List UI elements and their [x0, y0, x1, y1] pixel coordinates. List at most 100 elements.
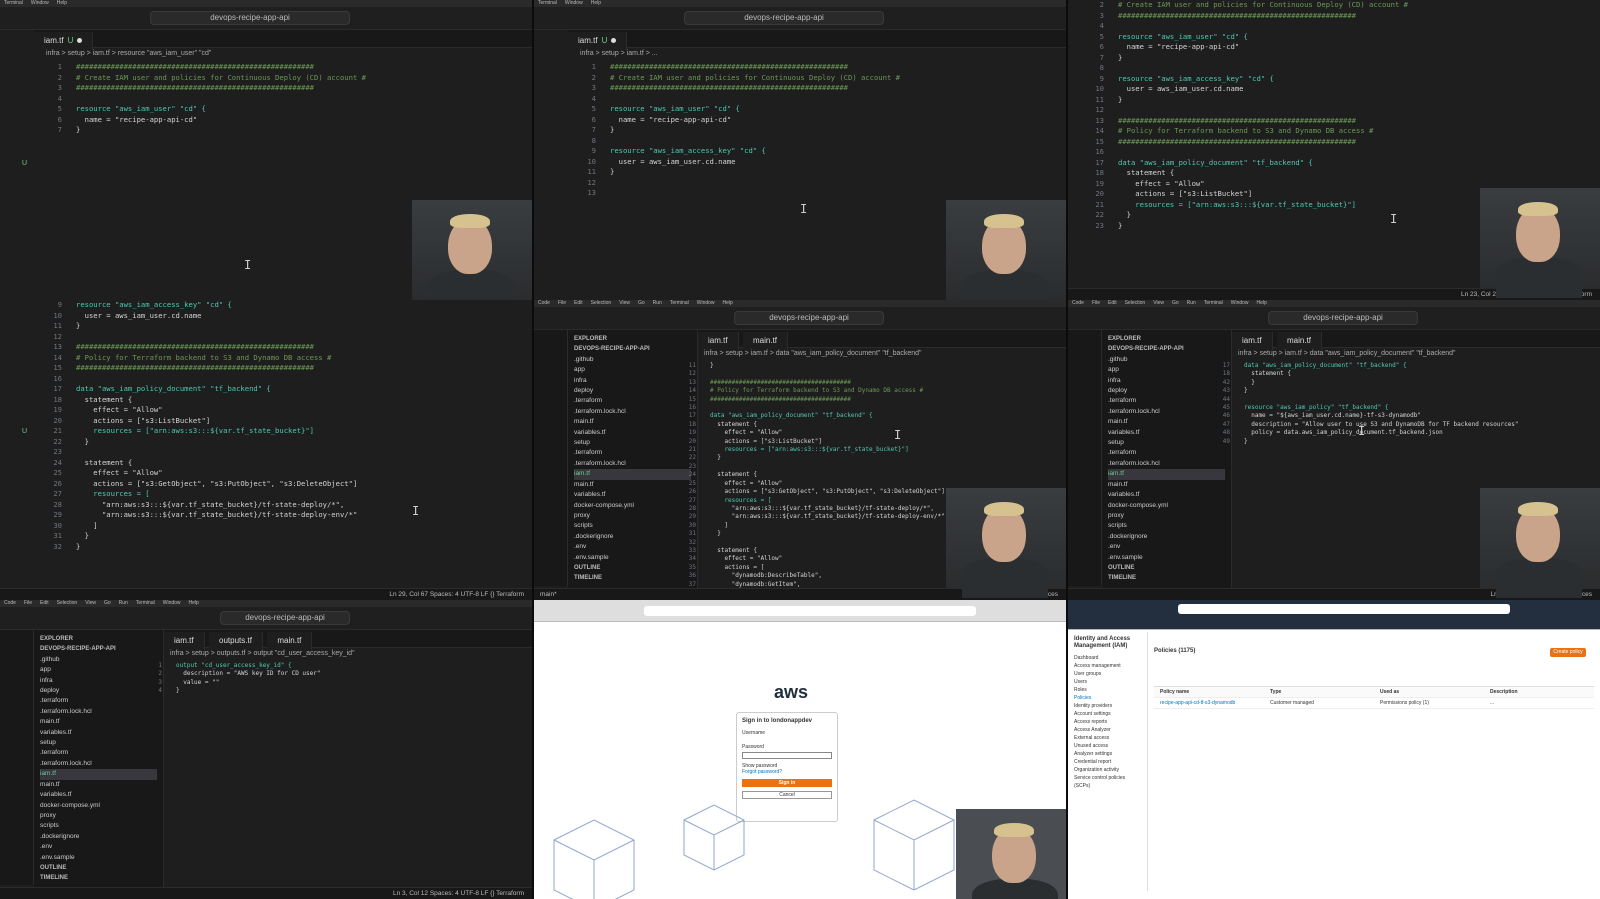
code-editor[interactable]: 1 #######################################…	[46, 62, 366, 136]
explorer-item[interactable]: setup	[40, 738, 157, 748]
column-header[interactable]: Description	[1484, 687, 1594, 697]
explorer-item[interactable]: variables.tf	[574, 490, 691, 500]
command-center[interactable]: devops-recipe-app-api	[220, 611, 350, 625]
explorer-item[interactable]: app	[40, 665, 157, 675]
explorer-item[interactable]: .terraform.lock.hcl	[1108, 407, 1225, 417]
explorer-item[interactable]: variables.tf	[1108, 428, 1225, 438]
explorer-item[interactable]: scripts	[574, 521, 691, 531]
column-header[interactable]: Used as	[1374, 687, 1484, 697]
iam-nav-item[interactable]: Users	[1074, 678, 1141, 686]
column-header[interactable]: Policy name	[1154, 687, 1264, 697]
explorer-item[interactable]: proxy	[574, 511, 691, 521]
explorer-item[interactable]: .env.sample	[1108, 553, 1225, 563]
explorer-item[interactable]: .env	[574, 542, 691, 552]
iam-nav-item[interactable]: Dashboard	[1074, 654, 1141, 662]
explorer-item[interactable]: .env	[40, 842, 157, 852]
address-bar[interactable]	[1178, 604, 1510, 614]
iam-nav-item[interactable]: Policies	[1074, 694, 1141, 702]
column-header[interactable]: Type	[1264, 687, 1374, 697]
code-editor[interactable]: 1 #######################################…	[580, 62, 900, 199]
code-editor[interactable]: 17 data "aws_iam_policy_document" "tf_bac…	[1214, 362, 1519, 446]
explorer-item[interactable]: main.tf	[1108, 480, 1225, 490]
explorer-item[interactable]: main.tf	[40, 780, 157, 790]
command-center[interactable]: devops-recipe-app-api	[684, 11, 884, 25]
explorer-item[interactable]: scripts	[40, 821, 157, 831]
code-editor[interactable]: 11} 12 13 #################################…	[680, 362, 945, 589]
explorer-item[interactable]: proxy	[40, 811, 157, 821]
explorer-item[interactable]: .terraform.lock.hcl	[40, 707, 157, 717]
explorer-item[interactable]: app	[1108, 365, 1225, 375]
explorer-item[interactable]: .terraform	[40, 696, 157, 706]
iam-nav-item[interactable]: Account settings	[1074, 710, 1141, 718]
explorer-item[interactable]: .terraform.lock.hcl	[574, 407, 691, 417]
policy-name-link[interactable]: recipe-app-api-cd-tf-s3-dynamodb	[1154, 698, 1264, 708]
explorer-item[interactable]: iam.tf	[40, 769, 157, 780]
explorer-item[interactable]: .github	[40, 655, 157, 665]
explorer-item[interactable]: infra	[574, 376, 691, 386]
explorer-item[interactable]: .terraform	[1108, 448, 1225, 458]
tab-iam-tf[interactable]: iam.tf U	[568, 32, 628, 50]
explorer-item[interactable]: variables.tf	[40, 790, 157, 800]
command-center[interactable]: devops-recipe-app-api	[1268, 311, 1418, 325]
address-bar[interactable]	[644, 606, 976, 616]
explorer-item[interactable]: variables.tf	[1108, 490, 1225, 500]
explorer-item[interactable]: OUTLINE	[1108, 563, 1225, 573]
explorer-item[interactable]: main.tf	[574, 480, 691, 490]
explorer-item[interactable]: .env.sample	[40, 853, 157, 863]
explorer-item[interactable]: docker-compose.yml	[1108, 501, 1225, 511]
explorer-item[interactable]: .terraform	[574, 448, 691, 458]
explorer-item[interactable]: .terraform.lock.hcl	[574, 459, 691, 469]
tab-main-tf[interactable]: main.tf	[1277, 332, 1323, 350]
explorer-item[interactable]: .github	[574, 355, 691, 365]
iam-nav-item[interactable]: Identity providers	[1074, 702, 1141, 710]
explorer-item[interactable]: TIMELINE	[574, 573, 691, 583]
password-field[interactable]	[742, 752, 832, 759]
code-editor[interactable]: 1 output "cd_user_access_key_id" {2 descr…	[146, 662, 320, 696]
explorer-item[interactable]: infra	[1108, 376, 1225, 386]
explorer-item[interactable]: iam.tf	[1108, 469, 1225, 480]
iam-nav-item[interactable]: Unused access	[1074, 742, 1141, 750]
explorer-item[interactable]: docker-compose.yml	[40, 801, 157, 811]
iam-nav-item[interactable]: Credential report	[1074, 758, 1141, 766]
explorer-item[interactable]: OUTLINE	[40, 863, 157, 873]
explorer-item[interactable]: TIMELINE	[1108, 573, 1225, 583]
command-center[interactable]: devops-recipe-app-api	[734, 311, 884, 325]
explorer-item[interactable]: .dockerignore	[574, 532, 691, 542]
iam-nav-item[interactable]: Organization activity	[1074, 766, 1141, 774]
iam-nav-item[interactable]: Roles	[1074, 686, 1141, 694]
explorer-item[interactable]: .terraform.lock.hcl	[1108, 459, 1225, 469]
explorer-item[interactable]: .env	[1108, 542, 1225, 552]
explorer-item[interactable]: DEVOPS-RECIPE-APP-API	[40, 644, 157, 654]
tab-main-tf[interactable]: main.tf	[743, 332, 789, 350]
table-row[interactable]: recipe-app-api-cd-tf-s3-dynamodb Custome…	[1154, 698, 1594, 709]
explorer-item[interactable]: main.tf	[1108, 417, 1225, 427]
tab-iam-tf[interactable]: iam.tf U	[34, 32, 94, 50]
explorer-item[interactable]: docker-compose.yml	[574, 501, 691, 511]
forgot-password-link[interactable]: Forgot password?	[742, 769, 832, 775]
explorer-item[interactable]: .terraform	[574, 396, 691, 406]
explorer-item[interactable]: deploy	[1108, 386, 1225, 396]
explorer-item[interactable]: .github	[1108, 355, 1225, 365]
iam-nav-item[interactable]: Access management	[1074, 662, 1141, 670]
explorer-item[interactable]: setup	[574, 438, 691, 448]
explorer-item[interactable]: DEVOPS-RECIPE-APP-API	[574, 344, 691, 354]
iam-nav-item[interactable]: External access	[1074, 734, 1141, 742]
explorer-item[interactable]: variables.tf	[574, 428, 691, 438]
explorer-item[interactable]: variables.tf	[40, 728, 157, 738]
explorer-sidebar[interactable]: EXPLORER DEVOPS-RECIPE-APP-API .github app i…	[1102, 330, 1232, 588]
explorer-item[interactable]: .env.sample	[574, 553, 691, 563]
explorer-item[interactable]: setup	[1108, 438, 1225, 448]
explorer-item[interactable]: OUTLINE	[574, 563, 691, 573]
create-policy-button[interactable]: Create policy	[1550, 648, 1586, 657]
explorer-item[interactable]: .dockerignore	[1108, 532, 1225, 542]
explorer-item[interactable]: deploy	[40, 686, 157, 696]
explorer-item[interactable]: .terraform.lock.hcl	[40, 759, 157, 769]
code-editor[interactable]: 9 resource "aws_iam_access_key" "cd" {10 …	[46, 300, 357, 552]
explorer-item[interactable]: app	[574, 365, 691, 375]
tab-outputs-tf[interactable]: outputs.tf	[209, 632, 263, 650]
explorer-item[interactable]: proxy	[1108, 511, 1225, 521]
explorer-sidebar[interactable]: EXPLORER DEVOPS-RECIPE-APP-API .github app i…	[568, 330, 698, 588]
explorer-item[interactable]: .dockerignore	[40, 832, 157, 842]
explorer-item[interactable]: infra	[40, 676, 157, 686]
explorer-item[interactable]: deploy	[574, 386, 691, 396]
